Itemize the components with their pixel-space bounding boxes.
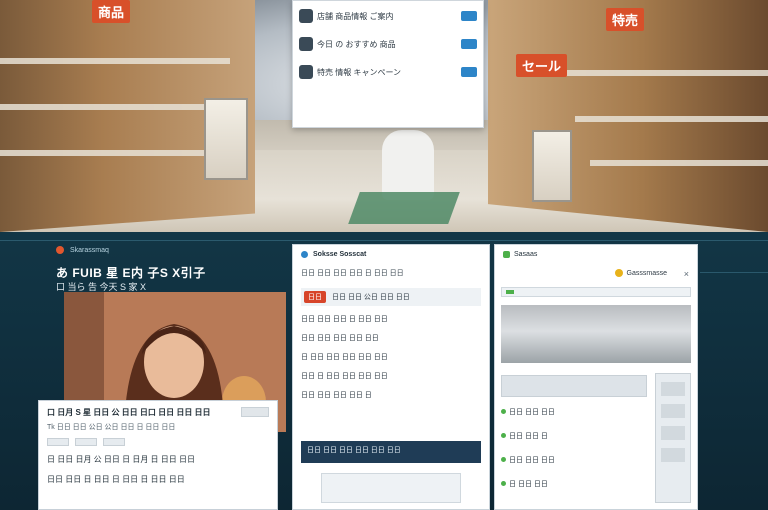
list-item-label: 日日 日日 日日 bbox=[509, 457, 555, 464]
list-item-label: 日 日日 日日 bbox=[509, 481, 548, 488]
account-badge[interactable]: Gasssmasse bbox=[614, 269, 667, 277]
store-sign: 特売 bbox=[606, 8, 645, 31]
popup-action-button[interactable] bbox=[461, 67, 477, 77]
middle-panel: Soksse Sosscat 日日 日日 日日 日日 日 日日 日日 日日 日日… bbox=[292, 244, 490, 510]
sidebar-thumbnail[interactable] bbox=[661, 404, 685, 418]
shelf-row bbox=[0, 150, 205, 156]
middle-panel-subtitle: 日日 日日 日日 日日 日 日日 日日 bbox=[301, 270, 404, 277]
article-tab[interactable] bbox=[47, 438, 69, 446]
cart-icon bbox=[299, 37, 313, 51]
sidebar-thumbnail[interactable] bbox=[661, 426, 685, 440]
right-panel: Sasaas Gasssmasse × 日日 日日 日日 日日 日日 日 日日 … bbox=[494, 244, 698, 510]
account-name: Gasssmasse bbox=[626, 269, 667, 277]
popup-row[interactable]: 今日 の おすすめ 商品 bbox=[299, 33, 477, 55]
shelf-row bbox=[560, 70, 768, 76]
article-body-line: 日 日日 日月 公 日日 日 日月 日 日日 日日 bbox=[47, 455, 196, 464]
footer-box bbox=[321, 473, 461, 503]
brand-logo-icon bbox=[56, 246, 64, 254]
popup-action-button[interactable] bbox=[461, 39, 477, 49]
sidebar-thumbnail[interactable] bbox=[661, 448, 685, 462]
paragraph-line: 日日 日 日日 日日 日日 日日 bbox=[301, 373, 388, 380]
hud-line bbox=[700, 272, 768, 273]
fridge bbox=[204, 98, 248, 180]
list-item[interactable]: 日日 日日 日 bbox=[501, 431, 647, 441]
list-item-label: 日日 日日 日日 bbox=[509, 409, 555, 416]
dashboard: Skarassmaq あ FUIB 星 E内 子S X引子 口 当ら 告 今天 … bbox=[0, 232, 768, 510]
popup-row-text: 特売 情報 キャンペーン bbox=[317, 67, 402, 77]
article-byline: Tk 日日 日日 公日 公日 日日 日 日日 日日 bbox=[47, 424, 176, 431]
right-panel-header: Sasaas bbox=[503, 251, 689, 258]
list-item-label: 日日 日日 日 bbox=[509, 433, 548, 440]
store-sign: セール bbox=[516, 54, 568, 77]
shelf-row bbox=[0, 58, 230, 64]
user-avatar-icon bbox=[614, 269, 623, 277]
right-panel-list: 日日 日日 日日 日日 日日 日 日日 日日 日日 日 日日 日日 bbox=[501, 375, 647, 503]
store-photo: 商品 セール 特売 店舗 商品情報 ご案内 今日 の おすすめ 商品 特売 情報… bbox=[0, 0, 768, 232]
popup-action-button[interactable] bbox=[461, 11, 477, 21]
sidebar-thumbnail[interactable] bbox=[661, 382, 685, 396]
shelf-row bbox=[575, 116, 768, 122]
article-headline: 口 日月 S 星 日日 公 日日 日口 日日 日日 日日 bbox=[47, 408, 211, 417]
highlight-banner[interactable]: 日日 日日 日日 日日 日日 日日 bbox=[301, 441, 481, 463]
popup-row[interactable]: 特売 情報 キャンペーン bbox=[299, 61, 477, 83]
close-icon[interactable]: × bbox=[684, 269, 689, 279]
article-body-line: 日日 日日 日 日日 日 日日 日 日日 日日 bbox=[47, 475, 185, 484]
middle-panel-title: Soksse Sosscat bbox=[313, 251, 367, 258]
paragraph-line: 日日 日日 日日 日日 日 bbox=[301, 392, 372, 399]
shelf-row bbox=[590, 160, 768, 166]
shelf-row bbox=[0, 104, 220, 110]
article-tab[interactable] bbox=[103, 438, 125, 446]
filter-bar-text: 日日 日日 公日 日日 日日 bbox=[332, 294, 410, 301]
article-tabs bbox=[47, 438, 269, 446]
left-panel-title: あ FUIB 星 E内 子S X引子 bbox=[56, 266, 206, 280]
progress-indicator bbox=[506, 290, 514, 294]
store-sign: 商品 bbox=[92, 0, 131, 23]
filter-bar[interactable]: 日日 日日 日日 公日 日日 日日 bbox=[301, 288, 481, 306]
article-tab[interactable] bbox=[75, 438, 97, 446]
paragraph-line: 日日 日日 日日 日 日日 日日 bbox=[301, 316, 388, 323]
progress-bar bbox=[501, 287, 691, 297]
popup-row-text: 今日 の おすすめ 商品 bbox=[317, 39, 396, 49]
popup-row[interactable]: 店舗 商品情報 ご案内 bbox=[299, 5, 477, 27]
article-card[interactable]: 口 日月 S 星 日日 公 日日 日口 日日 日日 日日 Tk 日日 日日 公日… bbox=[38, 400, 278, 510]
left-panel-subtitle: Skarassmaq bbox=[70, 246, 109, 254]
floor-mat bbox=[348, 192, 460, 224]
fridge bbox=[532, 130, 572, 202]
paragraph-line: 日日 日日 日日 日日 日日 bbox=[301, 335, 379, 342]
room-image bbox=[501, 305, 691, 363]
popup-row-text: 店舗 商品情報 ご案内 bbox=[317, 11, 394, 21]
list-item[interactable]: 日日 日日 日日 bbox=[501, 407, 647, 417]
right-sidebar bbox=[655, 373, 691, 503]
middle-panel-header: Soksse Sosscat bbox=[301, 251, 481, 258]
app-dot-icon bbox=[301, 251, 308, 258]
list-item[interactable]: 日日 日日 日日 bbox=[501, 455, 647, 465]
input-box[interactable] bbox=[501, 375, 647, 397]
panda-icon bbox=[299, 9, 313, 23]
left-panel-header: Skarassmaq bbox=[56, 246, 109, 254]
info-popup: 店舗 商品情報 ご案内 今日 の おすすめ 商品 特売 情報 キャンペーン bbox=[292, 0, 484, 128]
list-item[interactable]: 日 日日 日日 bbox=[501, 479, 647, 489]
status-dot-icon bbox=[503, 251, 510, 258]
right-panel-title: Sasaas bbox=[514, 251, 538, 258]
hud-line bbox=[0, 240, 768, 241]
tag-icon bbox=[299, 65, 313, 79]
article-action-button[interactable] bbox=[241, 407, 269, 417]
paragraph-line: 日 日日 日日 日日 日日 日日 bbox=[301, 354, 388, 361]
shopper-figure bbox=[382, 130, 434, 200]
filter-chip[interactable]: 日日 bbox=[304, 291, 326, 303]
